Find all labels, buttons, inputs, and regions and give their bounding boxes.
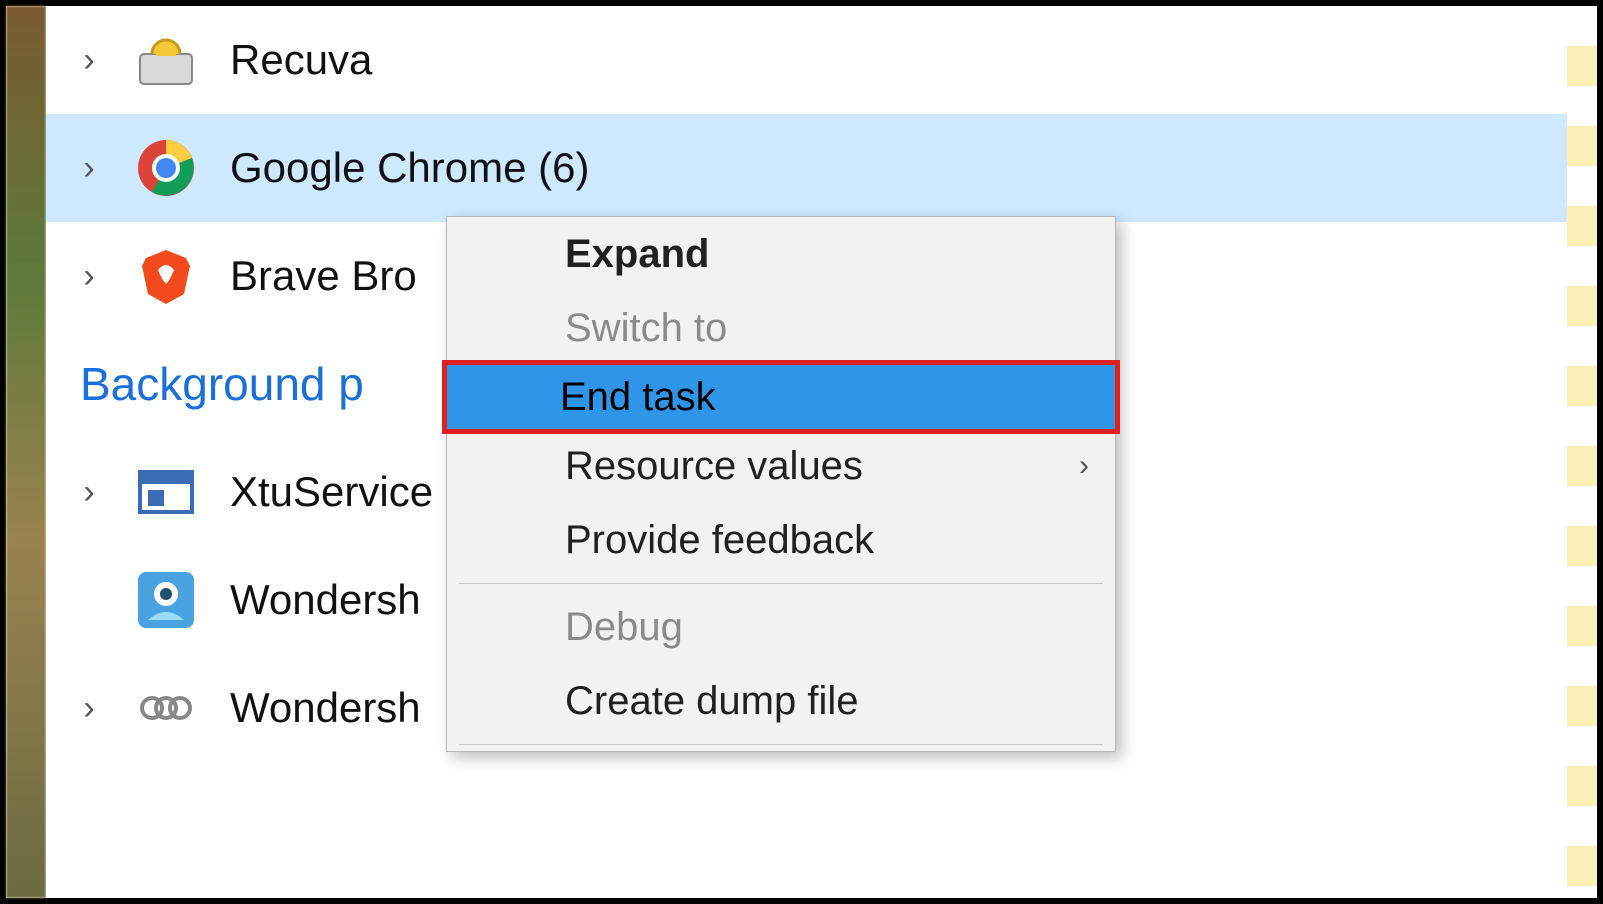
chevron-right-icon[interactable]: › xyxy=(76,695,102,721)
process-name: Recuva xyxy=(230,36,372,84)
wondershare-alt-icon xyxy=(134,676,198,740)
menu-item-end-task[interactable]: End task xyxy=(442,360,1120,434)
window-icon xyxy=(134,460,198,524)
desktop-sliver-left xyxy=(6,6,46,898)
menu-separator xyxy=(459,744,1103,745)
chevron-right-icon: › xyxy=(1079,449,1089,483)
chevron-right-icon[interactable]: › xyxy=(76,479,102,505)
process-name: Wondersh xyxy=(230,576,421,624)
menu-item-create-dump[interactable]: Create dump file xyxy=(447,664,1115,738)
menu-item-debug: Debug xyxy=(447,590,1115,664)
recuva-icon xyxy=(134,28,198,92)
process-row-recuva[interactable]: › Recuva xyxy=(46,6,1567,114)
chevron-right-icon[interactable]: › xyxy=(76,47,102,73)
context-menu: Expand Switch to End task Resource value… xyxy=(446,216,1116,752)
process-row-chrome[interactable]: › Google Chrome (6) xyxy=(46,114,1567,222)
task-manager-crop: › Recuva › xyxy=(0,0,1603,904)
menu-item-expand[interactable]: Expand xyxy=(447,217,1115,291)
chrome-icon xyxy=(134,136,198,200)
process-name: Brave Bro xyxy=(230,252,417,300)
menu-item-provide-feedback[interactable]: Provide feedback xyxy=(447,503,1115,577)
menu-item-resource-values[interactable]: Resource values › xyxy=(447,429,1115,503)
chevron-right-icon[interactable]: › xyxy=(76,263,102,289)
menu-separator xyxy=(459,583,1103,584)
menu-item-switch-to: Switch to xyxy=(447,291,1115,365)
brave-icon xyxy=(134,244,198,308)
column-edge-right xyxy=(1567,6,1597,898)
process-name: Wondersh xyxy=(230,684,421,732)
chevron-right-icon[interactable]: › xyxy=(76,155,102,181)
wondershare-icon xyxy=(134,568,198,632)
process-name: XtuService xyxy=(230,468,433,516)
process-name: Google Chrome (6) xyxy=(230,144,590,192)
